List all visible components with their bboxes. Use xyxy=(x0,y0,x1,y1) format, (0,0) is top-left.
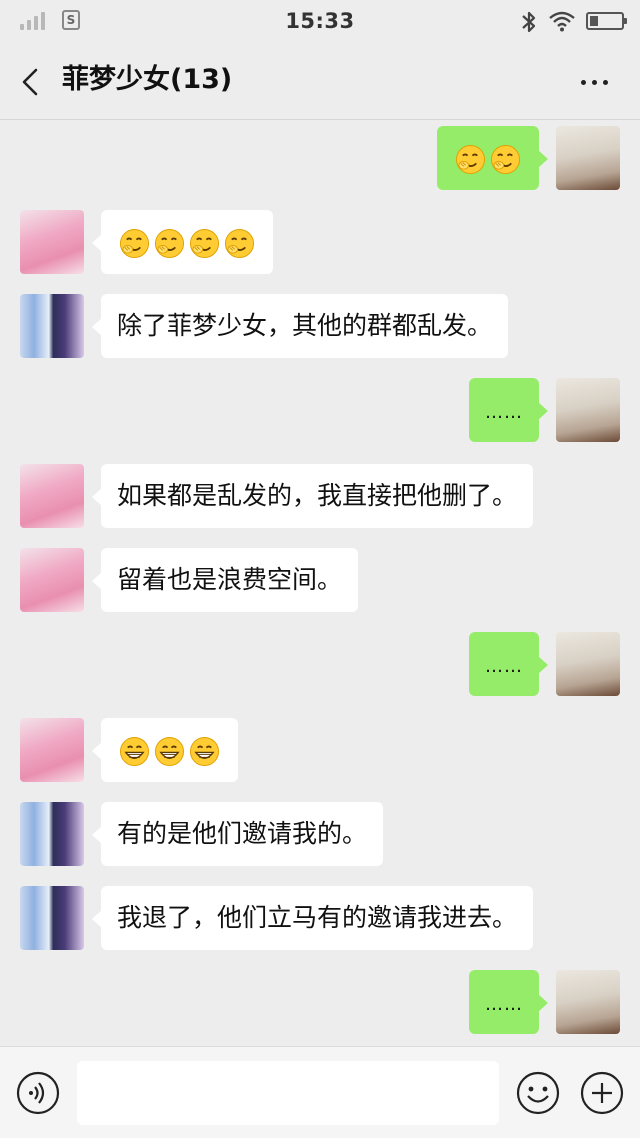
plus-circle-icon[interactable] xyxy=(580,1071,624,1115)
message-text: 我退了，他们立马有的邀请我进去。 xyxy=(117,903,518,932)
message-text: 留着也是浪费空间。 xyxy=(117,565,343,594)
wifi-icon xyxy=(549,11,575,32)
chat-header: 菲梦少女(13) xyxy=(0,44,640,120)
voice-icon[interactable] xyxy=(16,1071,60,1115)
avatar[interactable] xyxy=(20,548,84,612)
battery-icon xyxy=(586,12,627,30)
message-text: …… xyxy=(485,402,523,423)
avatar[interactable] xyxy=(20,294,84,358)
message-bubble[interactable] xyxy=(437,126,548,190)
hehe-face-icon xyxy=(224,228,255,258)
grinning-face-icon xyxy=(119,736,150,766)
message-input[interactable] xyxy=(77,1061,499,1125)
message-bubble[interactable]: …… xyxy=(469,378,548,442)
status-time: 15:33 xyxy=(285,9,355,33)
message-bubble[interactable]: 如果都是乱发的，我直接把他删了。 xyxy=(91,464,534,528)
status-bar: S 15:33 xyxy=(0,0,640,44)
hehe-face-icon xyxy=(189,228,220,258)
grinning-face-icon xyxy=(154,736,185,766)
input-bar xyxy=(0,1046,640,1138)
message-bubble[interactable]: 留着也是浪费空间。 xyxy=(91,548,359,612)
avatar[interactable] xyxy=(556,126,620,190)
avatar[interactable] xyxy=(20,464,84,528)
hehe-face-icon xyxy=(154,228,185,258)
message-bubble[interactable]: …… xyxy=(469,632,548,696)
message-text: …… xyxy=(485,994,523,1015)
message-text: 除了菲梦少女，其他的群都乱发。 xyxy=(117,311,493,340)
avatar[interactable] xyxy=(20,802,84,866)
avatar[interactable] xyxy=(20,210,84,274)
hehe-face-icon xyxy=(490,144,521,174)
bluetooth-icon xyxy=(522,11,536,33)
avatar[interactable] xyxy=(556,378,620,442)
avatar[interactable] xyxy=(20,718,84,782)
message-bubble[interactable] xyxy=(92,210,273,274)
avatar[interactable] xyxy=(556,632,620,696)
smiley-icon[interactable] xyxy=(516,1071,560,1115)
message-list[interactable]: 除了菲梦少女，其他的群都乱发。 …… 如果都是乱发的，我直接把他删了。 留着也是浪费空… xyxy=(0,120,640,1046)
message-text: 有的是他们邀请我的。 xyxy=(117,819,368,848)
hehe-face-icon xyxy=(119,228,150,258)
grinning-face-icon xyxy=(189,736,220,766)
message-bubble[interactable]: 有的是他们邀请我的。 xyxy=(91,802,384,866)
message-bubble[interactable]: …… xyxy=(469,970,548,1034)
message-bubble[interactable]: 我退了，他们立马有的邀请我进去。 xyxy=(91,886,534,950)
message-text: …… xyxy=(485,656,523,677)
hehe-face-icon xyxy=(455,144,486,174)
more-dots-icon[interactable] xyxy=(574,66,614,98)
chat-title: 菲梦少女(13) xyxy=(62,64,233,95)
avatar[interactable] xyxy=(20,886,84,950)
message-text: 如果都是乱发的，我直接把他删了。 xyxy=(117,481,518,510)
message-bubble[interactable]: 除了菲梦少女，其他的群都乱发。 xyxy=(91,294,509,358)
message-bubble[interactable] xyxy=(92,718,238,782)
chevron-left-icon[interactable] xyxy=(16,64,46,100)
avatar[interactable] xyxy=(556,970,620,1034)
